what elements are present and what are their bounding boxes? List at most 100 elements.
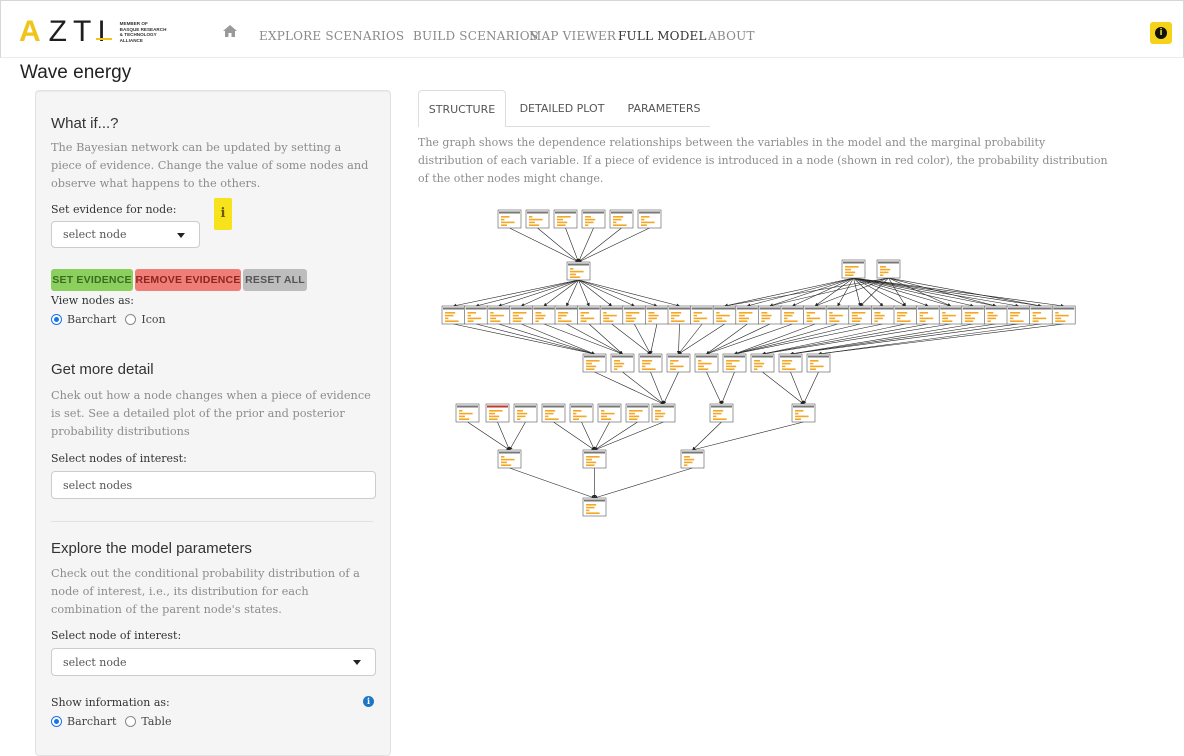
network-node[interactable]	[625, 403, 650, 423]
network-edge	[706, 323, 748, 355]
network-edge	[762, 371, 804, 405]
network-node[interactable]	[553, 209, 578, 229]
home-icon[interactable]	[223, 25, 237, 37]
nav-map-viewer[interactable]: MAP VIEWER	[529, 29, 616, 43]
radio-table[interactable]	[125, 716, 137, 727]
network-node[interactable]	[610, 353, 635, 373]
network-node[interactable]	[569, 403, 594, 423]
network-node[interactable]	[497, 449, 522, 469]
network-node[interactable]	[690, 305, 714, 325]
network-edge	[594, 421, 610, 451]
network-node[interactable]	[455, 403, 480, 423]
network-node[interactable]	[694, 353, 719, 373]
network-node[interactable]	[961, 305, 986, 325]
network-node[interactable]	[525, 209, 550, 229]
network-node[interactable]	[722, 353, 747, 373]
network-edge	[692, 421, 722, 451]
network-node[interactable]	[667, 305, 692, 325]
network-node[interactable]	[464, 305, 488, 325]
radio-icon[interactable]	[125, 314, 137, 325]
network-node[interactable]	[758, 305, 782, 325]
network-node[interactable]	[645, 305, 669, 325]
network-node[interactable]	[938, 305, 963, 325]
show-info-label: Show information as:	[51, 696, 170, 709]
network-node[interactable]	[984, 305, 1008, 325]
reset-all-button[interactable]: RESET ALL	[243, 269, 307, 291]
network-node[interactable]	[637, 209, 662, 229]
network-node[interactable]	[566, 261, 591, 281]
network-edge	[476, 323, 596, 356]
network-edge	[853, 277, 1065, 308]
tab-structure[interactable]: STRUCTURE	[418, 90, 506, 127]
network-node[interactable]	[582, 449, 607, 469]
network-node[interactable]	[778, 353, 803, 373]
structure-description: The graph shows the dependence relations…	[418, 136, 1108, 185]
network-node[interactable]	[577, 305, 601, 325]
network-edge	[593, 421, 664, 451]
nav-full-model[interactable]: FULL MODEL	[618, 29, 707, 43]
hint-info-icon[interactable]: i	[214, 198, 232, 230]
nodes-of-interest-input[interactable]: select nodes	[51, 471, 376, 499]
network-node[interactable]	[541, 403, 566, 423]
logo-tagline: MEMBER OF BASQUE RESEARCH & TECHNOLOGY A…	[120, 21, 180, 43]
network-node[interactable]	[806, 353, 831, 373]
network-node[interactable]	[599, 305, 624, 325]
evidence-node-label: Set evidence for node:	[51, 203, 177, 216]
network-node[interactable]	[638, 353, 663, 373]
network-node[interactable]	[597, 403, 622, 423]
network-node[interactable]	[651, 403, 676, 423]
remove-evidence-button[interactable]: REMOVE EVIDENCE	[135, 269, 241, 291]
network-node[interactable]	[735, 305, 760, 325]
network-node[interactable]	[848, 305, 873, 325]
tab-parameters[interactable]: PARAMETERS	[618, 90, 710, 127]
network-node[interactable]	[441, 305, 466, 325]
view-nodes-label: View nodes as:	[51, 294, 134, 307]
nav-build-scenarios[interactable]: BUILD SCENARIOS	[413, 29, 538, 43]
set-evidence-button[interactable]: SET EVIDENCE	[51, 269, 133, 291]
info-button[interactable]: i	[1150, 22, 1172, 44]
network-node[interactable]	[513, 403, 538, 423]
radio-barchart[interactable]	[51, 314, 62, 325]
network-node[interactable]	[825, 305, 850, 325]
network-node[interactable]	[582, 497, 607, 517]
network-node[interactable]	[666, 353, 691, 373]
network-node[interactable]	[1051, 305, 1076, 325]
node-of-interest-select[interactable]: select node	[51, 648, 376, 676]
network-node[interactable]	[709, 403, 734, 423]
network-node[interactable]	[803, 305, 827, 325]
network-node[interactable]	[609, 209, 634, 229]
tab-bar: STRUCTURE DETAILED PLOT PARAMETERS	[418, 90, 1183, 127]
network-node[interactable]	[1006, 305, 1031, 325]
tab-detailed-plot[interactable]: DETAILED PLOT	[510, 90, 614, 127]
evidence-node-select-value: select node	[63, 228, 127, 241]
network-node[interactable]	[750, 353, 775, 373]
network-node[interactable]	[712, 305, 737, 325]
params-heading: Explore the model parameters	[51, 540, 252, 557]
network-node[interactable]	[1029, 305, 1053, 325]
network-node[interactable]	[841, 259, 866, 279]
network-node[interactable]	[791, 403, 816, 423]
network-node[interactable]	[916, 305, 940, 325]
network-node[interactable]	[582, 353, 607, 373]
radio-barchart[interactable]	[51, 716, 62, 727]
network-node[interactable]	[554, 305, 579, 325]
nav-explore-scenarios[interactable]: EXPLORE SCENARIOS	[259, 29, 404, 43]
info-icon[interactable]: i	[363, 696, 374, 707]
bayesian-network-graph[interactable]	[430, 196, 1080, 526]
network-node[interactable]	[581, 209, 606, 229]
azti-logo[interactable]: A ZTI MEMBER OF BASQUE RESEARCH & TECHNOL…	[19, 15, 180, 49]
network-node[interactable]	[780, 305, 805, 325]
evidence-node-select[interactable]: select node	[51, 221, 200, 248]
network-node[interactable]	[532, 305, 556, 325]
network-node[interactable]	[871, 305, 895, 325]
nav-about[interactable]: ABOUT	[708, 29, 755, 43]
network-edge	[498, 323, 596, 355]
network-node[interactable]	[509, 305, 534, 325]
network-node[interactable]	[486, 305, 511, 325]
network-node-evidence[interactable]	[485, 403, 510, 423]
network-node[interactable]	[497, 209, 522, 229]
network-node[interactable]	[893, 305, 918, 325]
network-node[interactable]	[680, 449, 705, 469]
network-node[interactable]	[622, 305, 647, 325]
network-node[interactable]	[876, 259, 901, 279]
